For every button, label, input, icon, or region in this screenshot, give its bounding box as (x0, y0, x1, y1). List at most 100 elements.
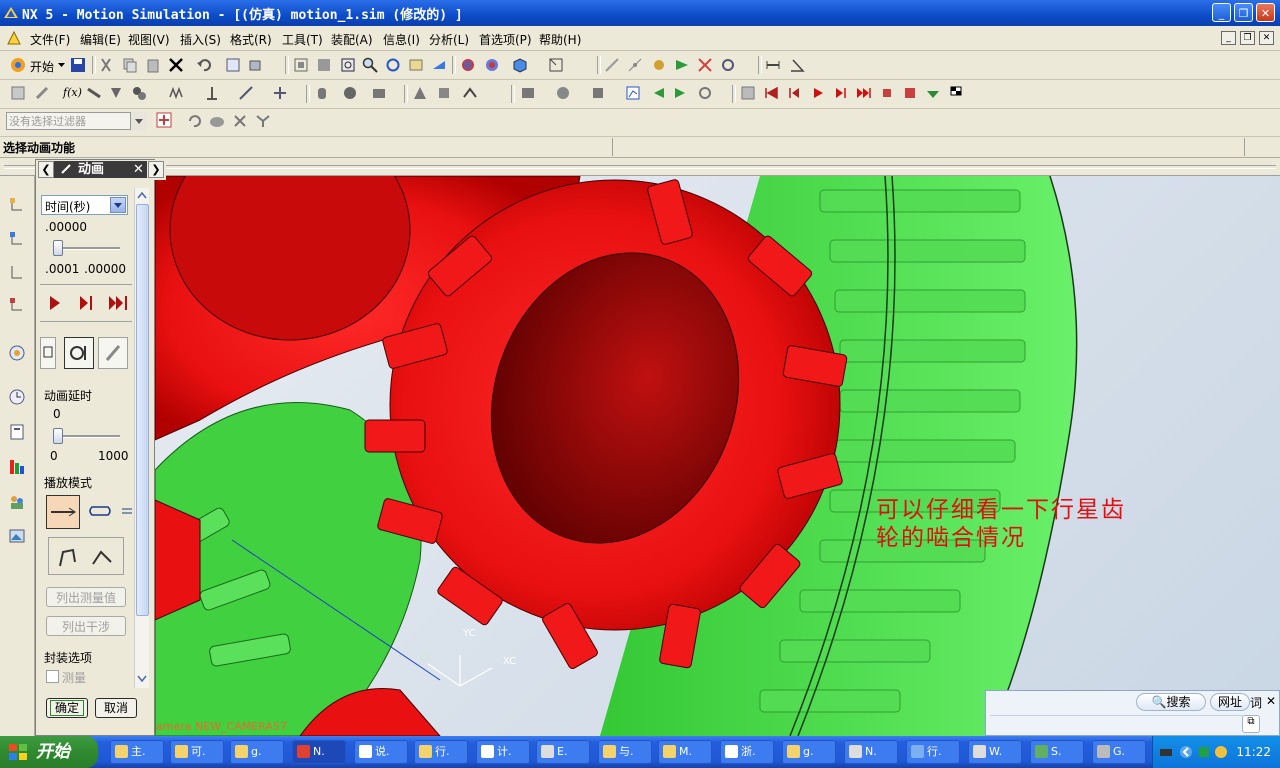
taskbar-button[interactable]: W. (968, 740, 1022, 764)
joint-icon[interactable] (86, 85, 102, 101)
solver-icon[interactable] (462, 85, 478, 101)
perspective-icon[interactable] (431, 57, 447, 73)
menu-analysis[interactable]: 分析(L) (429, 31, 469, 48)
save-icon[interactable] (70, 57, 86, 73)
ok-button[interactable]: 确定 (46, 698, 88, 718)
pause-icon[interactable] (879, 85, 895, 101)
fit-icon[interactable] (293, 57, 309, 73)
contact-icon[interactable] (342, 85, 358, 101)
render-style-icon[interactable] (512, 57, 528, 73)
search-options-icon[interactable]: ⧉ (1242, 715, 1260, 733)
play-once-button[interactable] (46, 495, 80, 529)
menu-help[interactable]: 帮助(H) (539, 31, 581, 48)
animation-grid-icon[interactable] (740, 85, 756, 101)
navigator-icon[interactable] (8, 196, 26, 214)
menu-assembly[interactable]: 装配(A) (331, 31, 373, 48)
view-orient-icon[interactable] (548, 57, 564, 73)
web-browser-icon[interactable] (8, 344, 26, 362)
people-icon[interactable] (8, 493, 26, 511)
panel-forward-button[interactable]: ❯ (148, 161, 164, 178)
wireframe-icon[interactable] (484, 57, 500, 73)
measure-checkbox[interactable] (46, 670, 59, 683)
taskbar-button[interactable]: 行. (906, 740, 960, 764)
scroll-down-icon[interactable] (136, 672, 148, 684)
force-icon[interactable] (204, 85, 220, 101)
graphing-icon[interactable] (625, 85, 641, 101)
rotate-icon[interactable] (385, 57, 401, 73)
delay-slider-track[interactable] (54, 435, 120, 438)
paste-icon[interactable] (145, 57, 161, 73)
taskbar-button[interactable]: S. (1030, 740, 1084, 764)
curve-contact-icon[interactable] (412, 85, 428, 101)
step-backward-icon[interactable] (786, 85, 802, 101)
taskbar-button[interactable]: g. (230, 740, 284, 764)
panel-fast-forward-icon[interactable] (108, 295, 130, 311)
taskbar-button[interactable]: M. (658, 740, 712, 764)
taskbar-button[interactable]: 可. (170, 740, 224, 764)
component-select-icon[interactable] (209, 113, 225, 129)
hand-icon[interactable] (314, 85, 330, 101)
word-button[interactable]: 词 (1250, 694, 1262, 711)
taskbar-button[interactable]: E. (536, 740, 590, 764)
select-all-icon[interactable] (156, 112, 174, 130)
reset-mode-icon[interactable] (89, 544, 115, 570)
menu-file[interactable]: 文件(F) (30, 31, 70, 48)
menu-insert[interactable]: 插入(S) (180, 31, 221, 48)
zoom-region-icon[interactable] (316, 57, 332, 73)
loop-icon[interactable] (697, 85, 713, 101)
measure-angle-icon[interactable] (789, 57, 805, 73)
snap-end-icon[interactable] (627, 57, 643, 73)
undo-icon[interactable] (196, 57, 212, 73)
menu-preferences[interactable]: 首选项(P) (479, 31, 532, 48)
solve-icon[interactable] (555, 85, 571, 101)
marker-icon[interactable] (238, 85, 254, 101)
explode-button[interactable] (98, 337, 128, 369)
menu-format[interactable]: 格式(R) (230, 31, 272, 48)
finish-flag-icon[interactable] (948, 85, 964, 101)
menu-info[interactable]: 信息(I) (383, 31, 420, 48)
snap-point-icon[interactable] (604, 57, 620, 73)
palette-icon[interactable] (8, 527, 26, 545)
maximize-button[interactable]: ❐ (1234, 3, 1253, 22)
undo-select-icon[interactable] (186, 113, 202, 129)
menu-view[interactable]: 视图(V) (128, 31, 170, 48)
measure-distance-icon[interactable] (765, 57, 781, 73)
delay-slider-thumb[interactable] (53, 428, 63, 444)
step-forward-frame-icon[interactable] (833, 85, 849, 101)
shaded-icon[interactable] (460, 57, 476, 73)
reverse-mode-icon[interactable] (55, 544, 81, 570)
play-icon[interactable] (810, 85, 826, 101)
cancel-button[interactable]: 取消 (95, 698, 137, 718)
delete-icon[interactable] (168, 57, 184, 73)
time-slider-thumb[interactable] (53, 240, 63, 256)
mdi-close-button[interactable]: ✕ (1259, 31, 1274, 45)
playback-mode-icon[interactable] (925, 85, 941, 101)
search-button[interactable]: 🔍搜索 (1136, 693, 1206, 711)
select-tool-icon[interactable] (248, 57, 264, 73)
constraint-nav-icon[interactable] (8, 296, 26, 314)
panel-back-button[interactable]: ❮ (38, 161, 54, 178)
stop-icon[interactable] (902, 85, 918, 101)
snap-select-icon[interactable] (232, 113, 248, 129)
taskbar-button[interactable]: 主. (110, 740, 164, 764)
taskbar-button[interactable]: 说. (354, 740, 408, 764)
keyboard-icon[interactable] (1159, 745, 1173, 759)
ping-pong-button[interactable] (120, 495, 132, 529)
part-nav-icon[interactable] (8, 264, 26, 282)
time-unit-dropdown-arrow[interactable] (110, 197, 126, 213)
copy-icon[interactable] (122, 57, 138, 73)
close-button[interactable]: ✕ (1256, 3, 1275, 22)
step-forward-icon[interactable] (673, 85, 689, 101)
3d-contact-icon[interactable] (371, 85, 387, 101)
time-slider-track[interactable] (54, 247, 120, 250)
panel-step-forward-icon[interactable] (78, 295, 94, 311)
snap-center-icon[interactable] (720, 57, 736, 73)
environment-icon[interactable] (10, 85, 26, 101)
network-icon[interactable] (1197, 745, 1211, 759)
filter-options-icon[interactable] (255, 113, 271, 129)
assembly-nav-icon[interactable] (8, 230, 26, 248)
panel-play-icon[interactable] (48, 295, 62, 311)
coupler-icon[interactable] (131, 85, 147, 101)
magnify-icon[interactable] (362, 57, 378, 73)
time-unit-select[interactable]: 时间(秒) (41, 195, 128, 215)
